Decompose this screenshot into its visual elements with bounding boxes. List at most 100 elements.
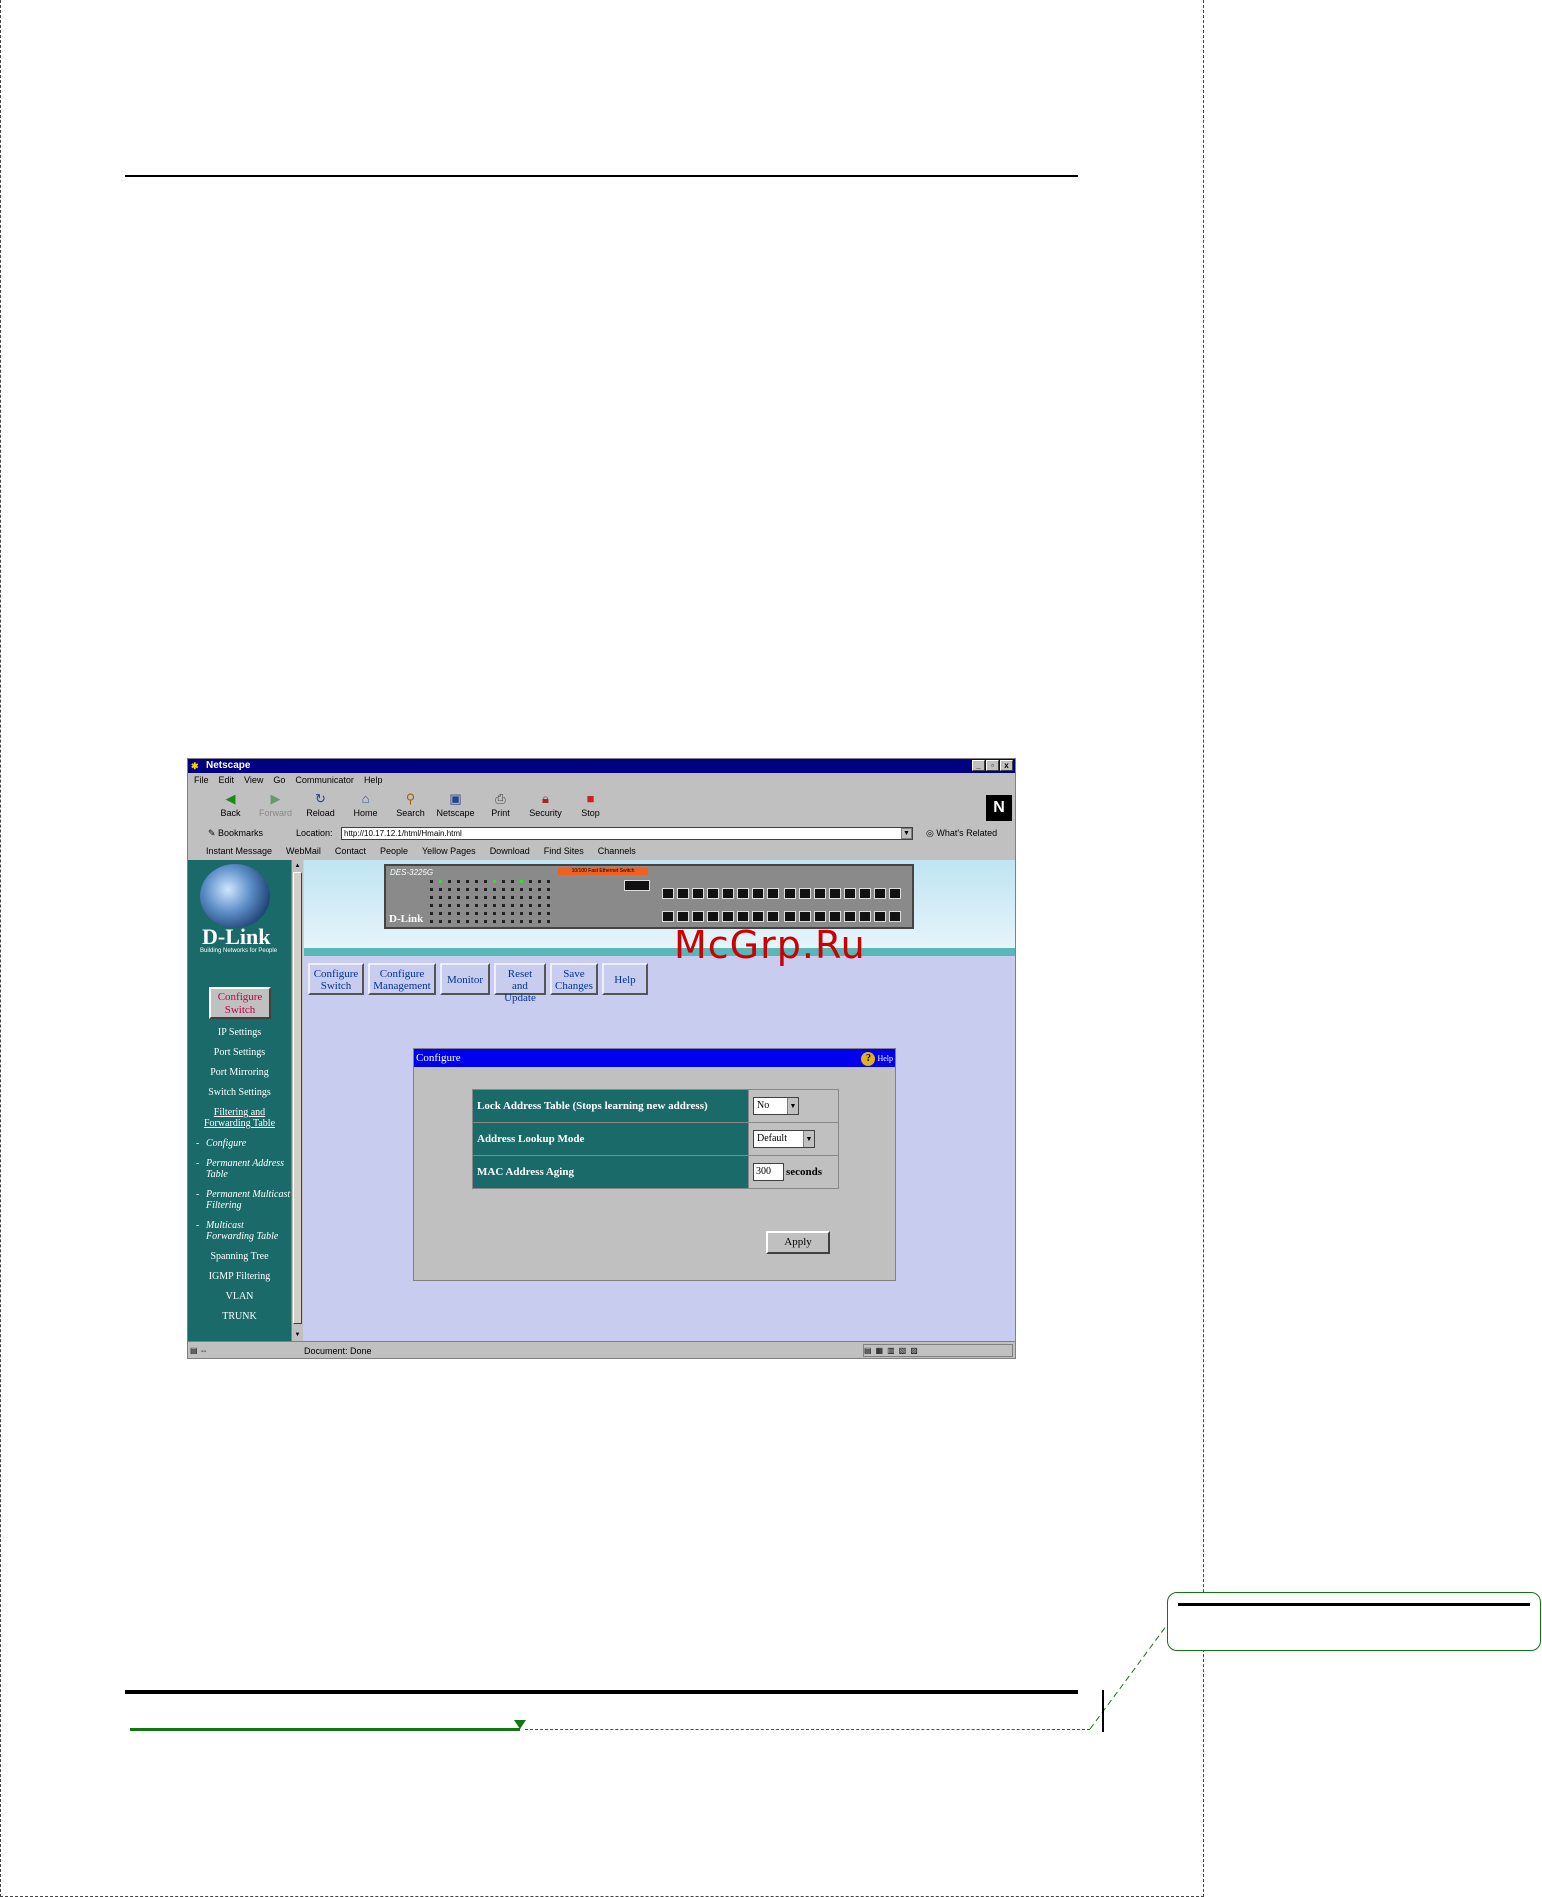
menu-view[interactable]: View (244, 773, 263, 787)
channels-link[interactable]: Channels (598, 843, 636, 859)
location-label: Location: (296, 828, 333, 838)
switch-led (475, 896, 478, 899)
nav-permanent-address-table[interactable]: Permanent Address Table (188, 1158, 291, 1180)
table-row: MAC Address Aging 300 seconds (473, 1156, 838, 1188)
nav-filtering-forwarding-table[interactable]: Filtering and Forwarding Table (200, 1107, 279, 1129)
switch-led (448, 920, 451, 923)
people-link[interactable]: People (380, 843, 408, 859)
reset-update-tab[interactable]: Reset and Update (494, 963, 546, 1004)
menu-help[interactable]: Help (364, 773, 383, 787)
callout-rule (1178, 1603, 1530, 1606)
panel-help-button[interactable]: ? Help (861, 1050, 893, 1068)
search-button[interactable]: ⚲ Search (388, 788, 433, 822)
config-table: Lock Address Table (Stops learning new a… (472, 1089, 839, 1189)
left-frame: D-Link Building Networks for People Conf… (188, 860, 291, 1341)
nav-permanent-multicast-filtering[interactable]: Permanent Multicast Filtering (188, 1189, 291, 1211)
netscape-button[interactable]: ▣ Netscape (433, 788, 478, 822)
switch-led (520, 888, 523, 891)
lock-address-select[interactable]: No ▼ (753, 1097, 799, 1115)
nav-configure[interactable]: Configure (188, 1138, 291, 1149)
switch-led (430, 904, 433, 907)
forward-button[interactable]: ▶ Forward (253, 788, 298, 822)
configure-switch-button[interactable]: Configure Switch (209, 987, 271, 1019)
mac-aging-label: MAC Address Aging (473, 1156, 748, 1188)
print-button[interactable]: ⎙ Print (478, 788, 523, 822)
switch-led (493, 920, 496, 923)
security-button[interactable]: 🔒︎ Security (523, 788, 568, 822)
url-dropdown-icon[interactable]: ▼ (901, 828, 912, 839)
component-bar-icons[interactable]: ▤▦▥▧▨ (863, 1344, 1013, 1357)
switch-port (677, 888, 689, 899)
switch-led (511, 888, 514, 891)
switch-led (439, 888, 442, 891)
nav-spanning-tree[interactable]: Spanning Tree (188, 1251, 291, 1262)
switch-led (475, 888, 478, 891)
contact-link[interactable]: Contact (335, 843, 366, 859)
minimize-button[interactable]: _ (972, 760, 985, 771)
home-button[interactable]: ⌂ Home (343, 788, 388, 822)
close-button[interactable]: x (1000, 760, 1013, 771)
switch-led (430, 896, 433, 899)
switch-port (799, 911, 811, 922)
help-tab[interactable]: Help (602, 963, 648, 995)
switch-led (448, 888, 451, 891)
apply-button[interactable]: Apply (766, 1231, 830, 1254)
menu-file[interactable]: File (194, 773, 209, 787)
stop-button[interactable]: ■ Stop (568, 788, 613, 822)
reload-button[interactable]: ↻ Reload (298, 788, 343, 822)
download-link[interactable]: Download (490, 843, 530, 859)
status-text: Document: Done (304, 1346, 372, 1356)
webmail-link[interactable]: WebMail (286, 843, 321, 859)
switch-led (493, 880, 496, 883)
switch-port (829, 911, 841, 922)
configure-management-tab[interactable]: Configure Management (368, 963, 436, 995)
find-sites-link[interactable]: Find Sites (544, 843, 584, 859)
netscape-logo-icon: ✱ (191, 761, 199, 771)
url-input[interactable]: http://10.17.12.1/html/Hmain.html (341, 827, 913, 840)
instant-message-link[interactable]: Instant Message (206, 843, 272, 859)
nav-multicast-forwarding-table[interactable]: Multicast Forwarding Table (188, 1220, 291, 1242)
address-lookup-select[interactable]: Default ▼ (753, 1130, 815, 1148)
nav-trunk[interactable]: TRUNK (188, 1311, 291, 1322)
switch-port (692, 888, 704, 899)
nav-ip-settings[interactable]: IP Settings (188, 1027, 291, 1038)
bookmarks-button[interactable]: ✎ Bookmarks (208, 825, 263, 842)
switch-led (448, 896, 451, 899)
save-changes-tab[interactable]: Save Changes (550, 963, 598, 995)
left-frame-scrollbar[interactable]: ▲ ▼ (291, 860, 303, 1341)
menu-communicator[interactable]: Communicator (295, 773, 354, 787)
switch-port (662, 911, 674, 922)
yellow-pages-link[interactable]: Yellow Pages (422, 843, 476, 859)
scroll-up-icon[interactable]: ▲ (293, 861, 302, 871)
nav-switch-settings[interactable]: Switch Settings (188, 1087, 291, 1098)
monitor-tab[interactable]: Monitor (440, 963, 490, 995)
configure-switch-tab[interactable]: Configure Switch (308, 963, 364, 995)
switch-led (547, 920, 550, 923)
switch-front-panel-image: DES-3225G 10/100 Fast Ethernet Switch D-… (384, 864, 914, 929)
nav-port-settings[interactable]: Port Settings (188, 1047, 291, 1058)
switch-led (538, 888, 541, 891)
nav-igmp-filtering[interactable]: IGMP Filtering (188, 1271, 291, 1282)
switch-led (484, 920, 487, 923)
nav-vlan[interactable]: VLAN (188, 1291, 291, 1302)
mac-aging-input[interactable]: 300 (753, 1163, 784, 1181)
switch-led (430, 920, 433, 923)
top-nav: Configure Switch Configure Management Mo… (308, 963, 648, 1004)
switch-port (889, 911, 901, 922)
switch-led (448, 880, 451, 883)
back-button[interactable]: ◀ Back (208, 788, 253, 822)
scroll-thumb[interactable] (293, 872, 302, 1324)
switch-port (722, 888, 734, 899)
status-bar: ▤ ⇔ Document: Done ▤▦▥▧▨ (188, 1341, 1015, 1358)
page-content: D-Link Building Networks for People Conf… (188, 860, 1015, 1341)
maximize-button[interactable]: ▫ (986, 760, 999, 771)
menu-edit[interactable]: Edit (219, 773, 235, 787)
switch-tag: 10/100 Fast Ethernet Switch (558, 868, 648, 875)
menu-go[interactable]: Go (273, 773, 285, 787)
nav-port-mirroring[interactable]: Port Mirroring (188, 1067, 291, 1078)
stop-icon: ■ (586, 791, 595, 806)
whats-related-button[interactable]: ◎ What's Related (926, 825, 997, 842)
switch-port (767, 911, 779, 922)
scroll-down-icon[interactable]: ▼ (293, 1330, 302, 1340)
switch-port (752, 888, 764, 899)
